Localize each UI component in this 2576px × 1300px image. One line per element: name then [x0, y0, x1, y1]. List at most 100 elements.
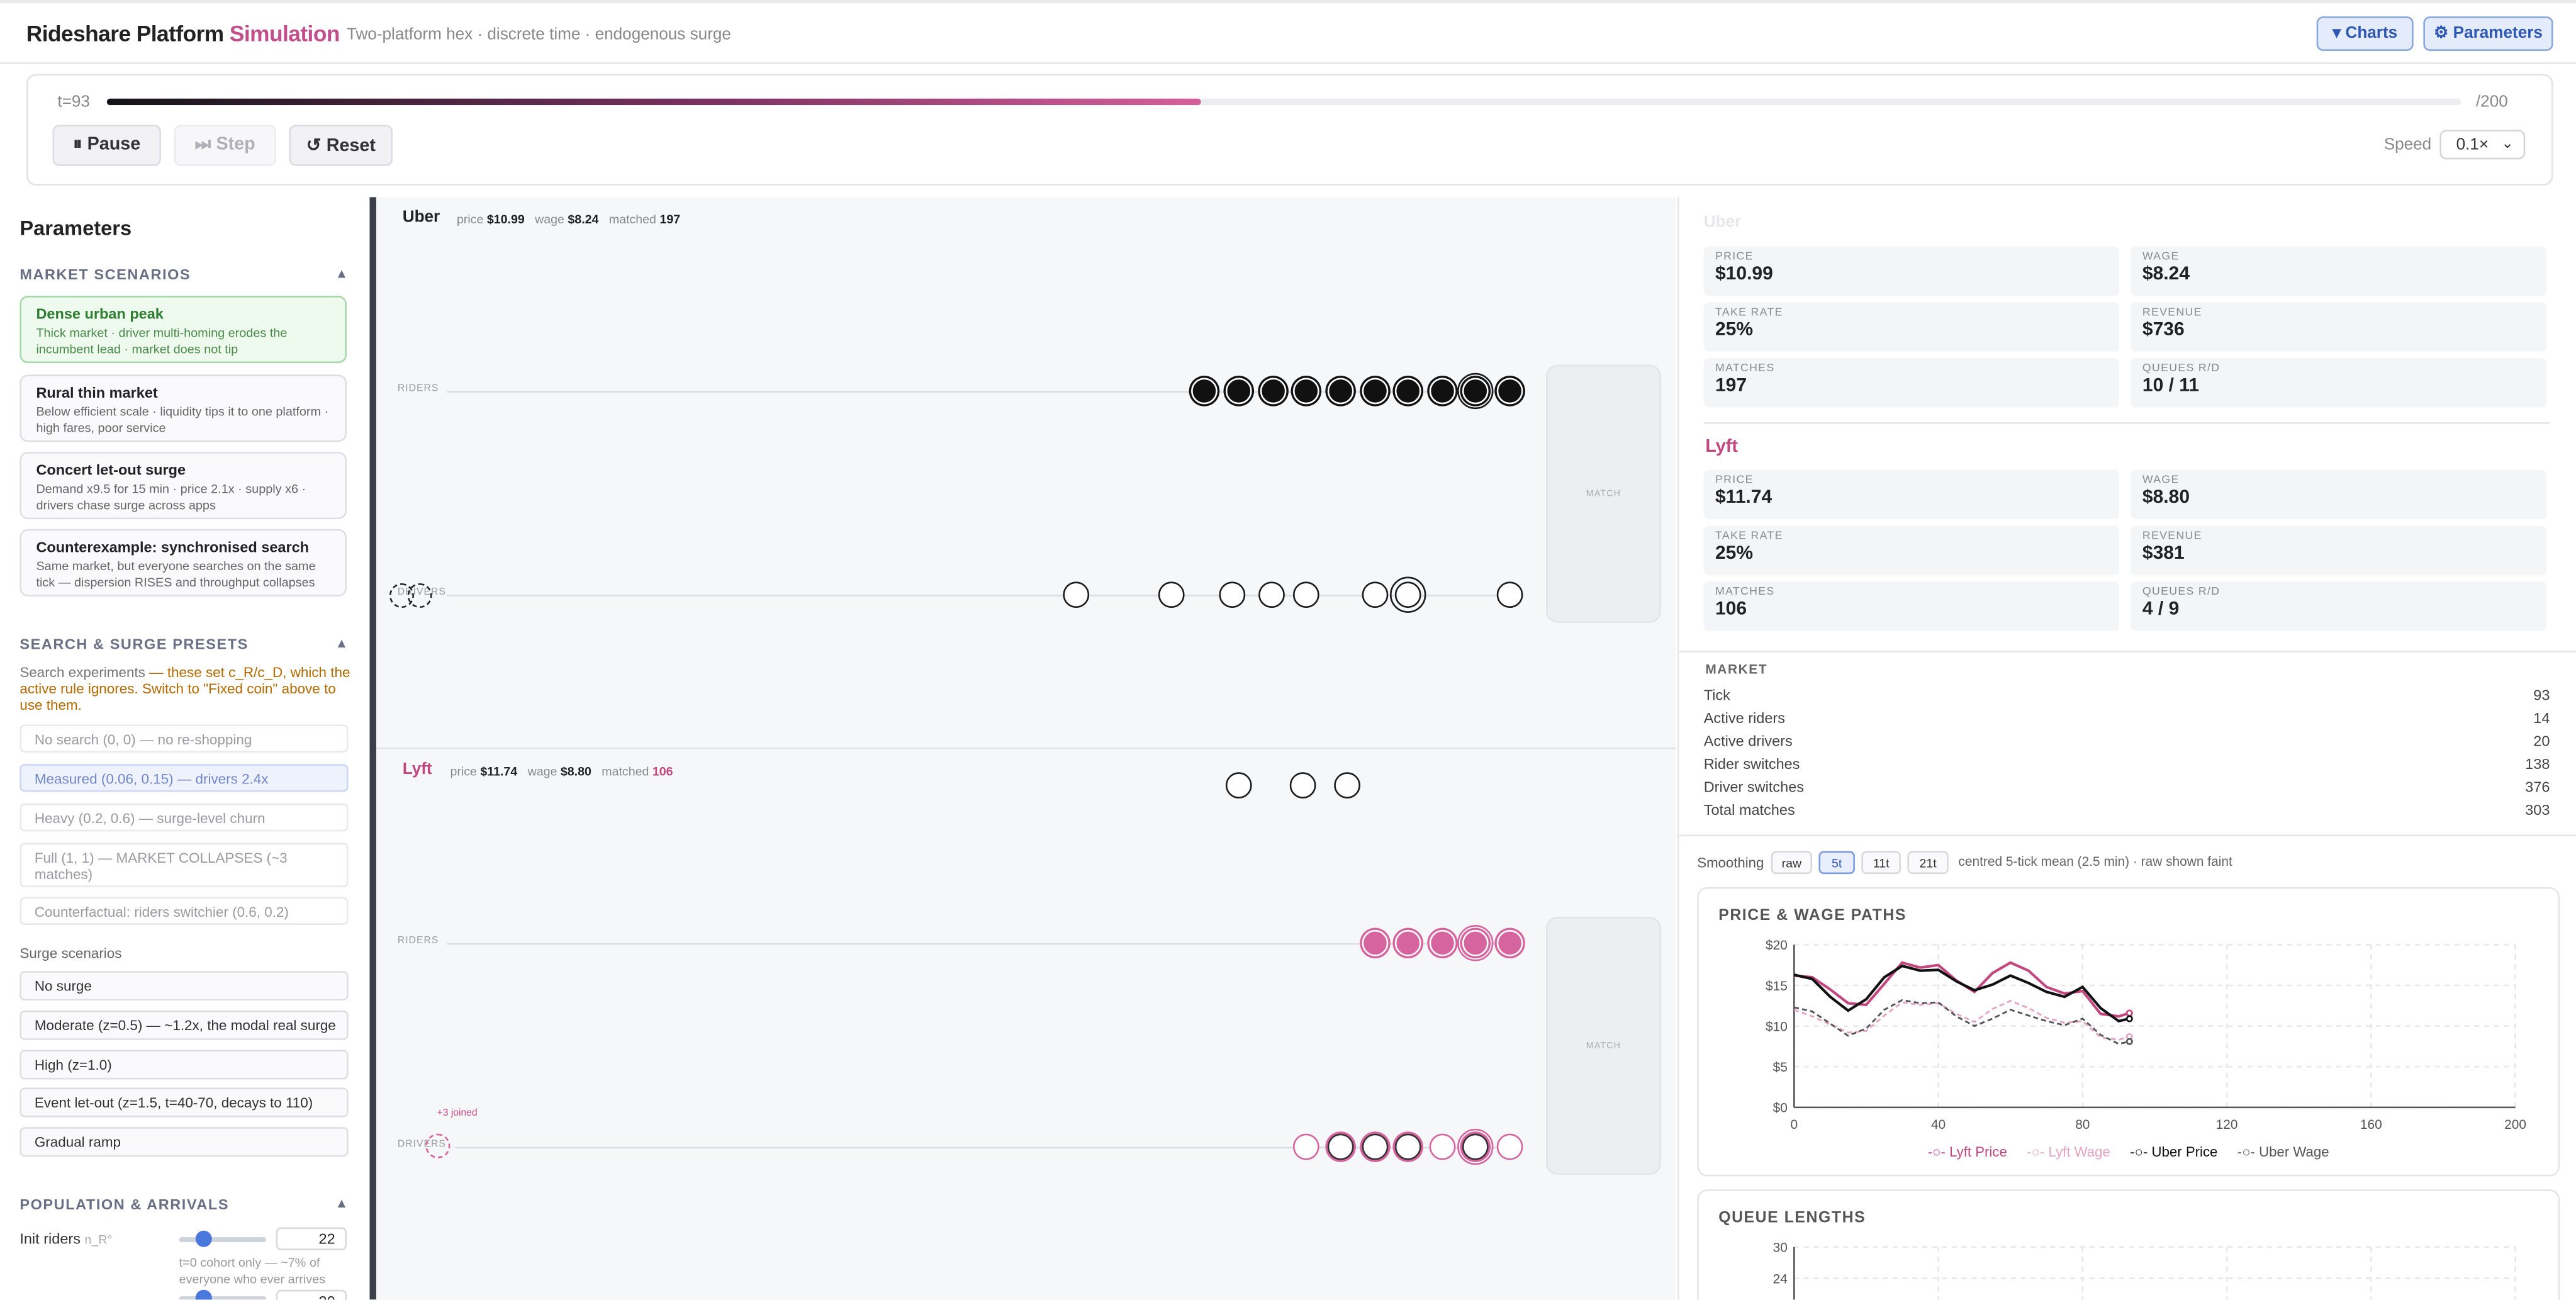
stat-card: QUEUES R/D 10 / 11	[2131, 358, 2547, 408]
legend-item[interactable]: -○- Lyft Price	[1928, 1143, 2007, 1160]
surge-option[interactable]: High (z=1.0)	[20, 1050, 349, 1080]
scenario-card[interactable]: Counterexample: synchronised search Same…	[20, 529, 347, 597]
smoothing-raw-button[interactable]: raw	[1771, 851, 1813, 875]
smoothing-note: centred 5-tick mean (2.5 min) · raw show…	[1958, 854, 2232, 870]
rider-dot	[1496, 929, 1523, 956]
y-tick-label: 30	[1773, 1241, 1788, 1255]
x-tick-label: 160	[2360, 1118, 2382, 1132]
init-riders-slider[interactable]	[179, 1230, 266, 1247]
init-drivers-slider[interactable]	[179, 1289, 266, 1300]
stat-card: PRICE $10.99	[1703, 246, 2120, 296]
arriving-driver-dot	[407, 583, 432, 608]
app-subtitle: Two-platform hex · discrete time · endog…	[346, 26, 731, 45]
y-tick-label: $15	[1766, 979, 1788, 994]
init-drivers-input[interactable]: 20	[276, 1289, 347, 1300]
smoothing-label: Smoothing	[1697, 854, 1764, 871]
scenario-card[interactable]: Rural thin market Below efficient scale …	[20, 374, 347, 442]
y-tick-label: $10	[1766, 1019, 1788, 1034]
line-circle-icon: -○-	[2130, 1143, 2148, 1160]
sidebar-divider[interactable]	[369, 197, 376, 1300]
platform-divider	[376, 748, 1676, 749]
tick-label: t=93	[57, 93, 90, 112]
multi-homing-driver-dot	[1362, 1133, 1389, 1160]
market-row: Active drivers 20	[1703, 732, 2550, 749]
speed-select[interactable]: 0.1× ⌄	[2439, 130, 2526, 160]
joined-annotation: +3 joined	[437, 1109, 478, 1119]
rider-dot	[1191, 378, 1218, 405]
rider-dot	[1394, 378, 1421, 405]
rider-dot	[1225, 378, 1252, 405]
scenario-card[interactable]: Concert let-out surge Demand x9.5 for 15…	[20, 452, 347, 520]
search-surge-heading[interactable]: SEARCH & SURGE PRESETS	[20, 636, 249, 652]
x-tick-label: 0	[1791, 1118, 1798, 1132]
stat-card: MATCHES 106	[1703, 581, 2120, 631]
slider-handle[interactable]	[195, 1230, 212, 1247]
scenario-card[interactable]: Dense urban peak Thick market · driver m…	[20, 295, 347, 364]
market-scenarios-heading[interactable]: MARKET SCENARIOS	[20, 266, 191, 283]
x-tick-label: 120	[2216, 1118, 2238, 1132]
reset-button[interactable]: ↺ Reset	[289, 125, 393, 166]
search-preset[interactable]: Counterfactual: riders switchier (0.6, 0…	[20, 897, 349, 926]
collapse-icon[interactable]: ▲	[335, 1196, 349, 1211]
total-ticks-label: /200	[2475, 93, 2508, 112]
series-endpoint	[2125, 1015, 2133, 1023]
market-heading: MARKET	[1705, 662, 1768, 677]
rider-dot	[1462, 378, 1489, 405]
rider-dot	[1327, 378, 1354, 405]
surge-option[interactable]: Gradual ramp	[20, 1127, 349, 1157]
queue-plot: 30 24	[1773, 1241, 2516, 1300]
surge-scenarios-label: Surge scenarios	[20, 944, 122, 961]
stat-card: MATCHES 197	[1703, 358, 2120, 408]
series-endpoint	[2125, 1009, 2133, 1017]
surge-option[interactable]: No surge	[20, 971, 349, 1001]
y-tick-label: $0	[1773, 1101, 1788, 1116]
uber-platform-label: Uber	[402, 208, 440, 227]
driver-dot	[1219, 581, 1246, 608]
smoothing-21t-button[interactable]: 21t	[1907, 851, 1949, 875]
timeline-progress	[106, 98, 1202, 106]
timeline-track[interactable]	[106, 98, 2461, 106]
search-preset[interactable]: Measured (0.06, 0.15) — drivers 2.4x	[20, 764, 349, 792]
uber-stats-label: Uber	[1703, 213, 1742, 232]
smoothing-11t-button[interactable]: 11t	[1861, 851, 1901, 875]
series-endpoint	[2125, 1038, 2133, 1045]
init-riders-input[interactable]: 22	[276, 1227, 347, 1251]
smoothing-5t-button[interactable]: 5t	[1818, 851, 1855, 875]
search-preset[interactable]: No search (0, 0) — no re-shopping	[20, 724, 349, 753]
step-button[interactable]: ⏭ Step	[174, 125, 276, 166]
market-row: Driver switches 376	[1703, 778, 2550, 795]
pause-button[interactable]: ⏸ Pause	[52, 125, 161, 166]
stat-card: TAKE RATE 25%	[1703, 302, 2120, 352]
x-tick-label: 40	[1931, 1118, 1946, 1132]
market-row: Rider switches 138	[1703, 756, 2550, 773]
legend-item[interactable]: -○- Uber Wage	[2237, 1143, 2329, 1160]
legend-item[interactable]: -○- Uber Price	[2130, 1143, 2217, 1160]
parameters-button[interactable]: ⚙ Parameters	[2423, 16, 2553, 51]
separator	[1677, 650, 2576, 653]
riders-lane-label: RIDERS	[397, 936, 439, 946]
surge-option[interactable]: Event let-out (z=1.5, t=40-70, decays to…	[20, 1087, 349, 1118]
uber-match-zone: MATCH	[1546, 364, 1661, 623]
rider-dot	[1429, 378, 1456, 405]
stat-card: REVENUE $381	[2131, 525, 2547, 575]
rider-dot	[1260, 378, 1287, 405]
separator	[1703, 422, 2550, 424]
search-preset[interactable]: Heavy (0.2, 0.6) — surge-level churn	[20, 803, 349, 832]
price-wage-plot: $0 $5 $10 $15 $20 0 40 80 120 160 200	[1766, 938, 2526, 1132]
rider-dot	[1394, 929, 1421, 956]
collapse-icon[interactable]: ▲	[335, 636, 349, 650]
chevron-down-icon: ⌄	[2501, 135, 2514, 152]
rider-dot	[1429, 929, 1456, 956]
surge-option[interactable]: Moderate (z=0.5) — ~1.2x, the modal real…	[20, 1010, 349, 1040]
multi-homing-driver-dot	[1394, 1133, 1421, 1160]
switching-driver-dot	[1334, 772, 1360, 798]
series-line	[1793, 964, 2130, 1023]
search-preset[interactable]: Full (1, 1) — MARKET COLLAPSES (~3 match…	[20, 843, 349, 887]
chart-legend: -○- Lyft Price -○- Lyft Wage -○- Uber Pr…	[1699, 1143, 2558, 1160]
charts-button[interactable]: ▾ Charts	[2316, 16, 2414, 51]
stat-card: WAGE $8.80	[2131, 469, 2547, 520]
legend-item[interactable]: -○- Lyft Wage	[2027, 1143, 2110, 1160]
collapse-icon[interactable]: ▲	[335, 266, 349, 281]
rider-dot	[1362, 378, 1389, 405]
population-heading[interactable]: POPULATION & ARRIVALS	[20, 1196, 229, 1213]
